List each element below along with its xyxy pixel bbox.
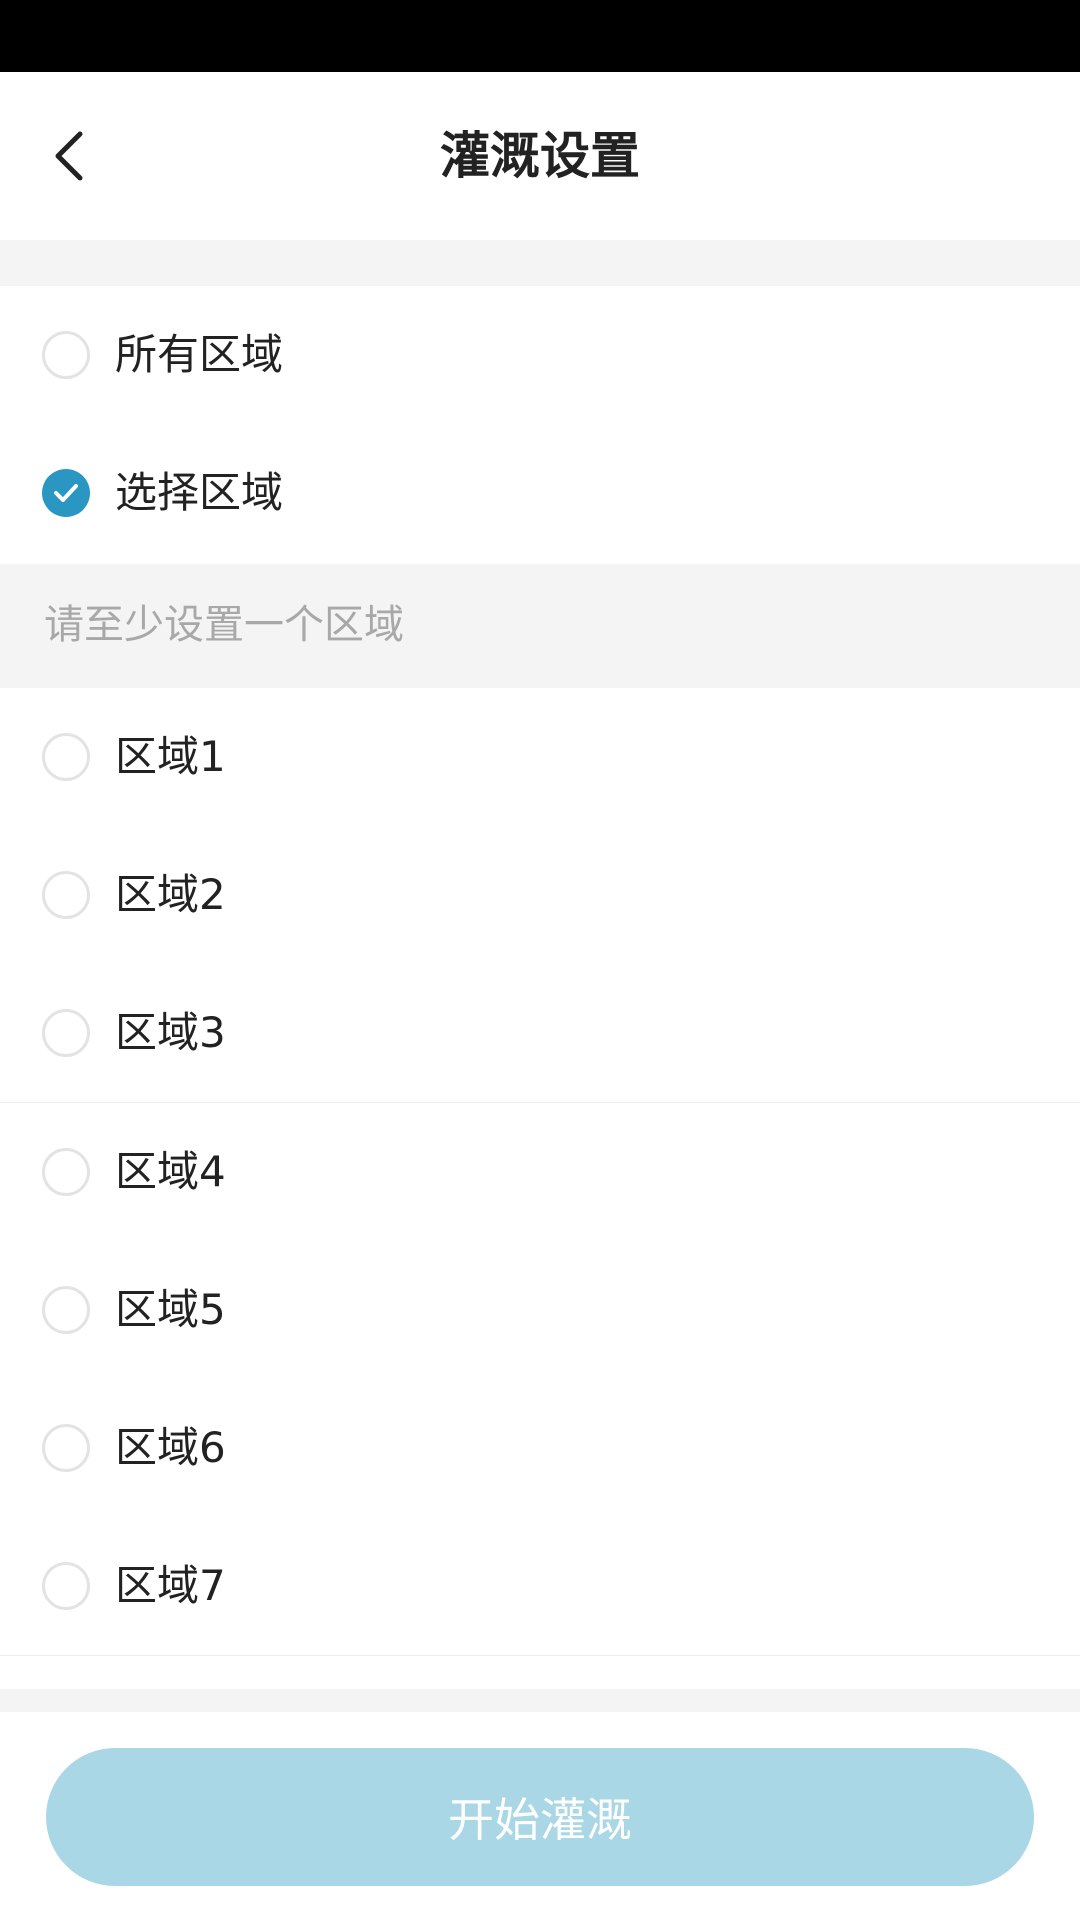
zone-item[interactable]: 区域5 [0, 1241, 1080, 1379]
start-irrigation-button[interactable]: 开始灌溉 [46, 1748, 1034, 1886]
zone-label: 区域4 [115, 1147, 226, 1196]
zone-label: 区域2 [115, 870, 226, 919]
option-all-zones[interactable]: 所有区域 [0, 286, 1080, 424]
page-title: 灌溉设置 [440, 127, 640, 185]
check-icon [54, 484, 78, 502]
radio-unchecked-icon[interactable] [42, 733, 90, 781]
zone-label: 区域7 [115, 1561, 226, 1610]
app-header: 灌溉设置 [0, 72, 1080, 240]
option-label: 所有区域 [115, 330, 284, 379]
bottom-action-bar: 开始灌溉 [0, 1712, 1080, 1920]
zone-label: 区域5 [115, 1285, 226, 1334]
radio-unchecked-icon[interactable] [42, 1009, 90, 1057]
zone-label: 区域1 [115, 732, 226, 781]
zone-item[interactable]: 区域6 [0, 1379, 1080, 1517]
radio-unchecked-icon[interactable] [42, 1424, 90, 1472]
radio-unchecked-icon[interactable] [42, 871, 90, 919]
zone-label: 区域6 [115, 1423, 226, 1472]
zone-item[interactable]: 区域2 [0, 826, 1080, 964]
zone-item[interactable]: 区域3 [0, 964, 1080, 1102]
zone-item[interactable]: 区域7 [0, 1517, 1080, 1655]
radio-checked-icon[interactable] [42, 469, 90, 517]
hint-text: 请至少设置一个区域 [44, 602, 404, 648]
radio-unchecked-icon[interactable] [42, 1286, 90, 1334]
option-label: 选择区域 [115, 468, 284, 517]
option-select-zones[interactable]: 选择区域 [0, 424, 1080, 562]
zone-item[interactable]: 区域1 [0, 688, 1080, 826]
radio-unchecked-icon[interactable] [42, 331, 90, 379]
status-bar [0, 0, 1080, 72]
hint-banner: 请至少设置一个区域 [0, 564, 1080, 688]
radio-unchecked-icon[interactable] [42, 1562, 90, 1610]
section-gap [0, 240, 1080, 286]
section-gap [0, 1689, 1080, 1712]
radio-unchecked-icon[interactable] [42, 1148, 90, 1196]
zone-item[interactable]: 区域4 [0, 1103, 1080, 1241]
zone-label: 区域3 [115, 1008, 226, 1057]
divider [0, 1655, 1080, 1656]
